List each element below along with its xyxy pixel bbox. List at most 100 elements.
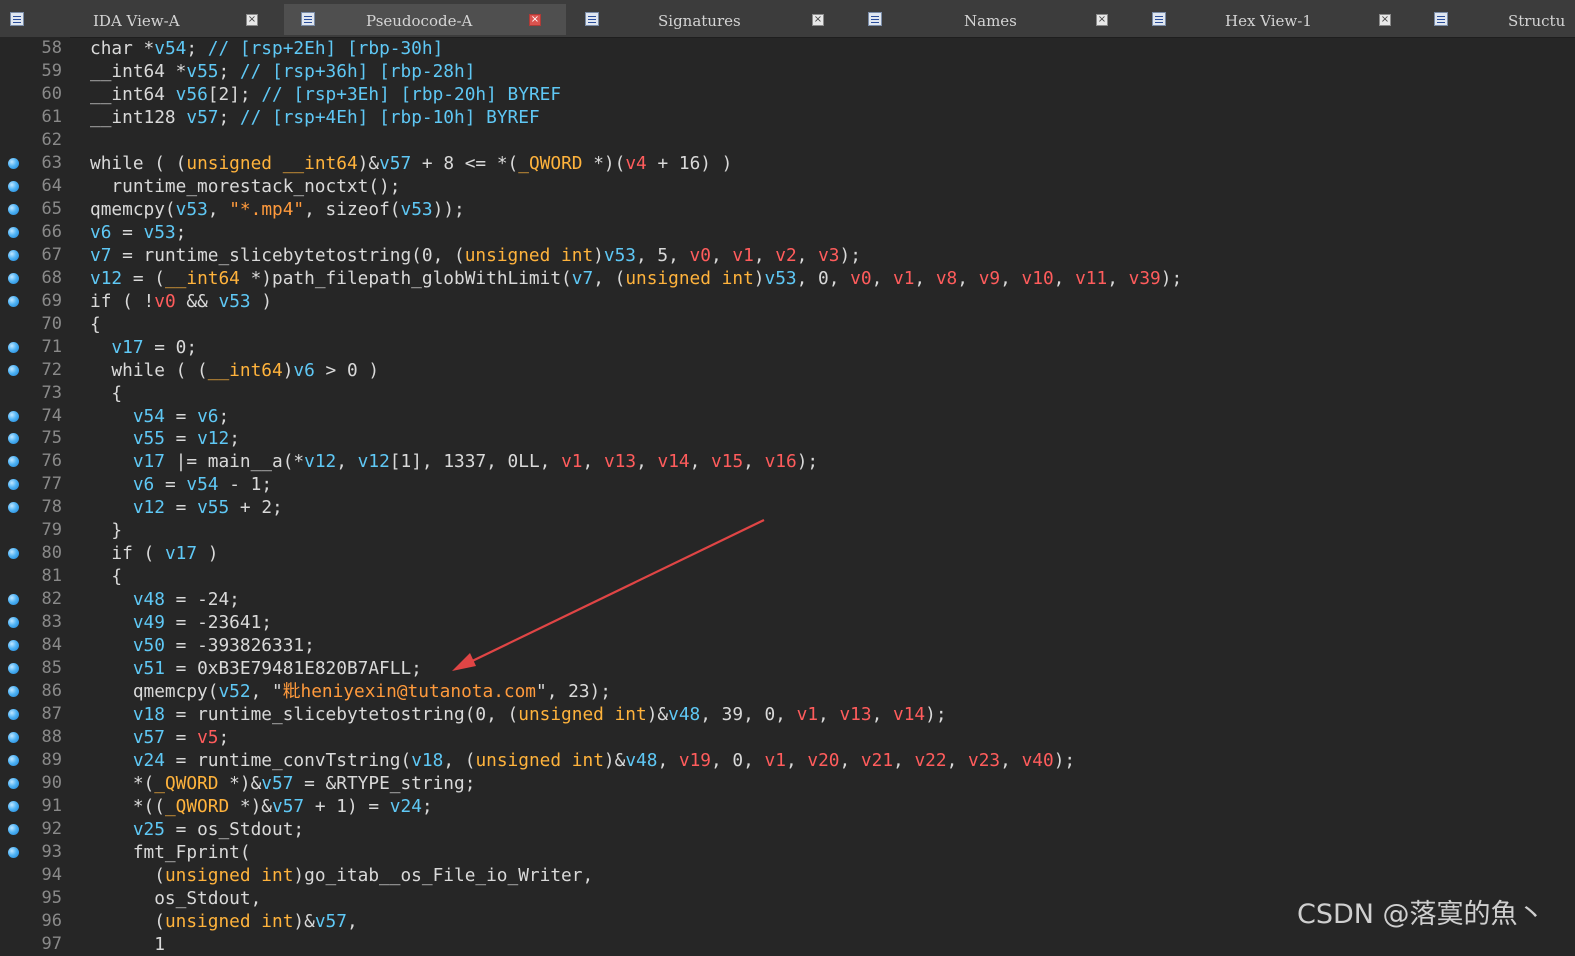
code-line[interactable]: 80 if ( v17 ) — [0, 542, 1575, 565]
breakpoint-dot-icon[interactable] — [8, 548, 19, 560]
breakpoint-dot-icon[interactable] — [8, 617, 19, 629]
code-line[interactable]: 75 v55 = v12; — [0, 427, 1575, 450]
variable-token[interactable]: v53 — [401, 199, 433, 220]
register-variable-token[interactable]: v20 — [807, 750, 839, 771]
variable-token[interactable]: v55 — [133, 428, 165, 449]
close-icon[interactable]: × — [529, 14, 541, 26]
variable-token[interactable]: v57 — [133, 727, 165, 748]
breakpoint-dot-icon[interactable] — [8, 364, 19, 376]
register-variable-token[interactable]: v5 — [197, 727, 218, 748]
variable-token[interactable]: v53 — [765, 268, 797, 289]
breakpoint-dot-icon[interactable] — [8, 823, 19, 835]
variable-token[interactable]: v7 — [572, 268, 593, 289]
breakpoint-dot-icon[interactable] — [8, 203, 19, 215]
code-line[interactable]: 74 v54 = v6; — [0, 405, 1575, 428]
code-line[interactable]: 86 qmemcpy(v52, "粃heniyexin@tutanota.com… — [0, 680, 1575, 703]
code-line[interactable]: 73 { — [0, 382, 1575, 405]
code-line[interactable]: 68 v12 = (__int64 *)path_filepath_globWit… — [0, 267, 1575, 290]
tab-ida-view-a[interactable]: IDA View-A × — [0, 4, 282, 35]
code-line[interactable]: 92 v25 = os_Stdout; — [0, 818, 1575, 841]
breakpoint-dot-icon[interactable] — [8, 732, 19, 744]
code-line[interactable]: 89 v24 = runtime_convTstring(v18, (unsig… — [0, 749, 1575, 772]
code-line[interactable]: 78 v12 = v55 + 2; — [0, 496, 1575, 519]
tab-signatures[interactable]: Signatures × — [568, 4, 850, 35]
register-variable-token[interactable]: v39 — [1129, 268, 1161, 289]
register-variable-token[interactable]: v14 — [893, 704, 925, 725]
code-line[interactable]: 94 (unsigned int)go_itab__os_File_io_Wri… — [0, 864, 1575, 887]
variable-token[interactable]: v49 — [133, 612, 165, 633]
breakpoint-dot-icon[interactable] — [8, 502, 19, 514]
register-variable-token[interactable]: v1 — [797, 704, 818, 725]
breakpoint-dot-icon[interactable] — [8, 663, 19, 675]
variable-token[interactable]: v18 — [133, 704, 165, 725]
variable-token[interactable]: v6 — [90, 222, 111, 243]
variable-token[interactable]: v48 — [668, 704, 700, 725]
register-variable-token[interactable]: v0 — [154, 291, 175, 312]
variable-token[interactable]: v48 — [133, 589, 165, 610]
breakpoint-dot-icon[interactable] — [8, 157, 19, 169]
code-line[interactable]: 85 v51 = 0xB3E79481E820B7AFLL; — [0, 657, 1575, 680]
register-variable-token[interactable]: v1 — [732, 245, 753, 266]
variable-token[interactable]: v6 — [133, 474, 154, 495]
variable-token[interactable]: v50 — [133, 635, 165, 656]
variable-token[interactable]: v12 — [90, 268, 122, 289]
breakpoint-dot-icon[interactable] — [8, 180, 19, 192]
variable-token[interactable]: v18 — [411, 750, 443, 771]
code-line[interactable]: 71 v17 = 0; — [0, 336, 1575, 359]
close-icon[interactable]: × — [812, 14, 824, 26]
breakpoint-dot-icon[interactable] — [8, 755, 19, 767]
code-line[interactable]: 62 — [0, 129, 1575, 152]
breakpoint-dot-icon[interactable] — [8, 640, 19, 652]
variable-token[interactable]: v57 — [186, 107, 218, 128]
variable-token[interactable]: v56 — [176, 84, 208, 105]
register-variable-token[interactable]: v14 — [657, 451, 689, 472]
variable-token[interactable]: v17 — [165, 543, 197, 564]
variable-token[interactable]: v53 — [176, 199, 208, 220]
code-line[interactable]: 83 v49 = -23641; — [0, 611, 1575, 634]
variable-token[interactable]: v53 — [604, 245, 636, 266]
register-variable-token[interactable]: v16 — [765, 451, 797, 472]
variable-token[interactable]: v51 — [133, 658, 165, 679]
code-line[interactable]: 70 { — [0, 313, 1575, 336]
code-line[interactable]: 77 v6 = v54 - 1; — [0, 473, 1575, 496]
breakpoint-dot-icon[interactable] — [8, 594, 19, 606]
register-variable-token[interactable]: v15 — [711, 451, 743, 472]
code-line[interactable]: 58 char *v54; // [rsp+2Eh] [rbp-30h] — [0, 37, 1575, 60]
variable-token[interactable]: v57 — [315, 911, 347, 932]
breakpoint-dot-icon[interactable] — [8, 341, 19, 353]
register-variable-token[interactable]: v23 — [968, 750, 1000, 771]
variable-token[interactable]: v17 — [133, 451, 165, 472]
register-variable-token[interactable]: v8 — [936, 268, 957, 289]
register-variable-token[interactable]: v1 — [561, 451, 582, 472]
register-variable-token[interactable]: v1 — [765, 750, 786, 771]
breakpoint-dot-icon[interactable] — [8, 249, 19, 261]
code-line[interactable]: 79 } — [0, 519, 1575, 542]
tab-pseudocode-a[interactable]: Pseudocode-A × — [284, 4, 566, 35]
register-variable-token[interactable]: v22 — [914, 750, 946, 771]
variable-token[interactable]: v53 — [144, 222, 176, 243]
register-variable-token[interactable]: v9 — [979, 268, 1000, 289]
breakpoint-dot-icon[interactable] — [8, 846, 19, 858]
register-variable-token[interactable]: v4 — [625, 153, 646, 174]
variable-token[interactable]: v52 — [218, 681, 250, 702]
code-line[interactable]: 66 v6 = v53; — [0, 221, 1575, 244]
code-line[interactable]: 67 v7 = runtime_slicebytetostring(0, (uns… — [0, 244, 1575, 267]
breakpoint-dot-icon[interactable] — [8, 479, 19, 491]
variable-token[interactable]: v54 — [186, 474, 218, 495]
variable-token[interactable]: v54 — [154, 38, 186, 59]
variable-token[interactable]: v53 — [218, 291, 250, 312]
code-line[interactable]: 87 v18 = runtime_slicebytetostring(0, (u… — [0, 703, 1575, 726]
variable-token[interactable]: v55 — [186, 61, 218, 82]
variable-token[interactable]: v57 — [379, 153, 411, 174]
variable-token[interactable]: v7 — [90, 245, 111, 266]
close-icon[interactable]: × — [1379, 14, 1391, 26]
variable-token[interactable]: v55 — [197, 497, 229, 518]
tab-structures[interactable]: Structu — [1420, 4, 1575, 35]
code-line[interactable]: 81 { — [0, 565, 1575, 588]
register-variable-token[interactable]: v13 — [839, 704, 871, 725]
register-variable-token[interactable]: v3 — [818, 245, 839, 266]
tab-names[interactable]: Names × — [852, 4, 1134, 35]
breakpoint-dot-icon[interactable] — [8, 686, 19, 698]
variable-token[interactable]: v6 — [293, 360, 314, 381]
register-variable-token[interactable]: v40 — [1022, 750, 1054, 771]
